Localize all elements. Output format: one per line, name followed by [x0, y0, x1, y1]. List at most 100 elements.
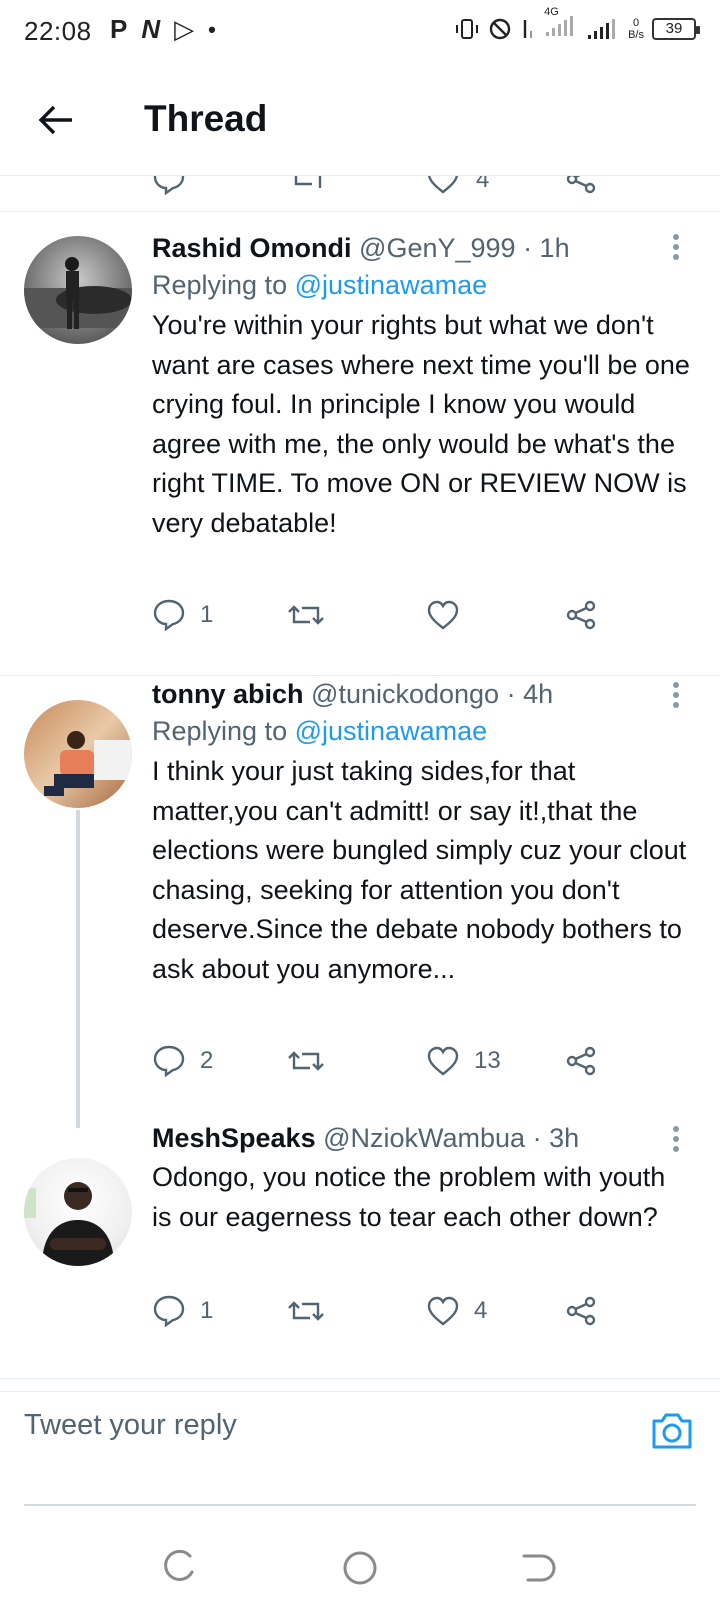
share-button[interactable] [564, 598, 598, 632]
share-icon [566, 1296, 596, 1326]
tweet[interactable]: MeshSpeaks @NziokWambua · 3h Odongo, you… [0, 1123, 720, 1392]
like-button[interactable]: 13 [426, 1044, 501, 1078]
dot [673, 692, 679, 698]
arrow-left-icon [38, 105, 72, 135]
reply-composer: Tweet your reply [0, 1378, 720, 1488]
tweet-content: tonny abich @tunickodongo · 4h Replying … [152, 676, 690, 989]
do-not-disturb-icon [489, 18, 511, 40]
share-icon [566, 1046, 596, 1076]
avatar-photo-icon [44, 731, 132, 796]
net-speed-unit: B/s [628, 29, 644, 41]
username[interactable]: @NziokWambua [323, 1123, 525, 1153]
avatar-photo-icon [24, 257, 132, 329]
heart-icon[interactable] [426, 176, 460, 196]
display-name[interactable]: tonny abich [152, 679, 304, 709]
page-title: Thread [144, 98, 268, 139]
system-navigation-bar [0, 1520, 720, 1612]
reply-button[interactable]: 2 [152, 1044, 213, 1078]
more-options-button[interactable] [662, 230, 690, 264]
signal-strength-2-icon [588, 19, 616, 39]
reply-count: 1 [200, 1297, 214, 1324]
more-vertical-icon [673, 1126, 679, 1132]
more-options-button[interactable] [662, 678, 690, 712]
heart-icon [427, 1046, 459, 1076]
share-icon [566, 600, 596, 630]
retweet-button[interactable] [288, 1044, 338, 1078]
like-button[interactable]: 4 [426, 1294, 487, 1328]
dot [673, 1136, 679, 1142]
mention-link[interactable]: @justinawamae [295, 270, 488, 300]
more-options-button[interactable] [662, 1122, 690, 1156]
replying-to: Replying to @justinawamae [152, 266, 690, 304]
tweet-time: · 1h [523, 233, 570, 263]
signal-4g: 4G [544, 6, 578, 44]
display-name[interactable]: MeshSpeaks [152, 1123, 316, 1153]
replying-to-label: Replying to [152, 270, 288, 300]
status-right-icons: 4G 0 B/s 39 [454, 6, 700, 44]
avatar[interactable] [24, 1158, 132, 1266]
speech-bubble-icon [153, 1045, 185, 1078]
username[interactable]: @tunickodongo [311, 679, 499, 709]
camera-icon[interactable] [648, 1407, 696, 1455]
retweet-button[interactable] [288, 1294, 338, 1328]
heart-icon [427, 1296, 459, 1326]
replying-to: Replying to @justinawamae [152, 712, 690, 750]
retweet-icon [288, 605, 324, 625]
share-button[interactable] [564, 1294, 598, 1328]
play-icon: ▷ [174, 14, 195, 44]
dot [673, 1146, 679, 1152]
like-count: 4 [476, 176, 490, 193]
back-button[interactable] [30, 94, 82, 146]
replying-to-label: Replying to [152, 716, 288, 746]
share-button[interactable] [564, 1044, 598, 1078]
display-name[interactable]: Rashid Omondi [152, 233, 352, 263]
speech-bubble-icon [153, 1295, 185, 1328]
back-nav-icon[interactable] [520, 1548, 560, 1588]
mention-link[interactable]: @justinawamae [295, 716, 488, 746]
like-count: 13 [474, 1047, 501, 1074]
net-speed-value: 0 [632, 17, 640, 29]
tweet-actions: 1 4 [152, 1294, 612, 1334]
avatar[interactable] [24, 236, 132, 344]
home-icon[interactable] [340, 1548, 380, 1588]
tweet-time: · 4h [506, 679, 554, 709]
tweet-header: MeshSpeaks @NziokWambua · 3h [152, 1120, 690, 1156]
dot [673, 254, 679, 260]
tweet-header: tonny abich @tunickodongo · 4h [152, 676, 690, 712]
retweet-icon[interactable] [290, 176, 326, 196]
dot [673, 702, 679, 708]
reply-count: 1 [200, 601, 214, 628]
more-vertical-icon [673, 682, 679, 688]
net-speed: 0 B/s [628, 17, 644, 41]
retweet-icon [288, 1301, 324, 1321]
more-vertical-icon [673, 234, 679, 240]
tweet-content: Rashid Omondi @GenY_999 · 1h Replying to… [152, 230, 690, 543]
tweet-text: You're within your rights but what we do… [152, 310, 690, 538]
thread-header: Thread [0, 66, 720, 176]
status-time: 22:08 [24, 16, 92, 46]
dot [673, 244, 679, 250]
share-icon[interactable] [564, 176, 598, 196]
recent-apps-icon[interactable] [160, 1548, 200, 1588]
status-bar: 22:08 P N ▷ • 4G 0 B/s 39 [0, 0, 720, 66]
tweet-text: Odongo, you notice the problem with yout… [152, 1162, 666, 1232]
reply-count: 2 [200, 1047, 214, 1074]
speech-bubble-icon [153, 599, 185, 632]
data-arrows-icon [523, 20, 533, 38]
tweet[interactable]: Rashid Omondi @GenY_999 · 1h Replying to… [0, 212, 720, 676]
reply-button[interactable]: 1 [152, 598, 213, 632]
avatar[interactable] [24, 700, 132, 808]
reply-button[interactable]: 1 [152, 1294, 213, 1328]
like-button[interactable] [426, 598, 474, 632]
tweet[interactable]: tonny abich @tunickodongo · 4h Replying … [0, 676, 720, 1128]
tweet-actions: 2 13 [152, 1044, 612, 1084]
retweet-button[interactable] [288, 598, 338, 632]
speech-bubble-icon[interactable] [152, 176, 186, 196]
avatar-photo-icon [24, 1182, 114, 1266]
username[interactable]: @GenY_999 [359, 233, 516, 263]
reply-input[interactable]: Tweet your reply [24, 1409, 237, 1442]
more-notifications-icon: • [208, 16, 216, 42]
heart-icon [427, 600, 459, 630]
tweet-actions: 1 [152, 598, 612, 638]
tweet-text: I think your just taking sides,for that … [152, 756, 687, 984]
